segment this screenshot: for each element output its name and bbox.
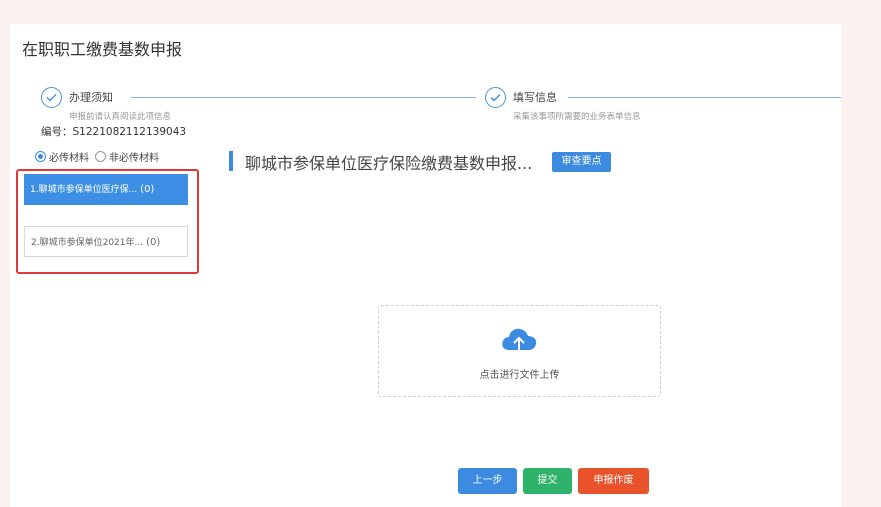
- content-title-bar: [229, 151, 233, 171]
- step-connector: [131, 97, 476, 98]
- content-title: 聊城市参保单位医疗保险缴费基数申报...: [245, 154, 533, 173]
- radio-required[interactable]: [35, 151, 46, 162]
- serial-number: 编号：S1221082112139043: [41, 126, 187, 138]
- step-1-title: 办理须知: [69, 91, 113, 104]
- upload-area[interactable]: 点击进行文件上传: [378, 305, 661, 397]
- material-item-label: 2.聊城市参保单位2021年...: [31, 238, 144, 248]
- step-connector: [568, 97, 841, 98]
- material-item-count: (0): [140, 184, 155, 195]
- radio-optional[interactable]: [95, 151, 106, 162]
- material-item-2[interactable]: 2.聊城市参保单位2021年... (0): [24, 226, 188, 257]
- step-1-check-icon: [41, 87, 62, 108]
- main-panel: 在职职工缴费基数申报 办理须知 申报前请认真阅读此项信息 填写信息 采集该事项所…: [10, 24, 841, 507]
- page-title: 在职职工缴费基数申报: [22, 40, 183, 59]
- material-item-count: (0): [146, 237, 161, 248]
- prev-step-button[interactable]: 上一步: [458, 468, 517, 494]
- step-1-desc: 申报前请认真阅读此项信息: [69, 112, 172, 122]
- material-filter: 必传材料 非必传材料: [35, 149, 165, 164]
- review-points-button[interactable]: 审查要点: [552, 152, 611, 172]
- upload-text: 点击进行文件上传: [479, 370, 560, 381]
- material-item-1[interactable]: 1.聊城市参保单位医疗保... (0): [24, 174, 188, 205]
- radio-optional-label[interactable]: 非必传材料: [109, 149, 159, 164]
- step-2-title: 填写信息: [513, 91, 557, 104]
- step-2-desc: 采集该事项所需要的业务表单信息: [513, 112, 641, 122]
- step-2-check-icon: [485, 87, 506, 108]
- submit-button[interactable]: 提交: [523, 468, 572, 494]
- material-item-label: 1.聊城市参保单位医疗保...: [30, 185, 138, 195]
- void-declaration-button[interactable]: 申报作废: [578, 468, 649, 494]
- radio-required-label[interactable]: 必传材料: [49, 149, 89, 164]
- cloud-upload-icon: [502, 328, 537, 354]
